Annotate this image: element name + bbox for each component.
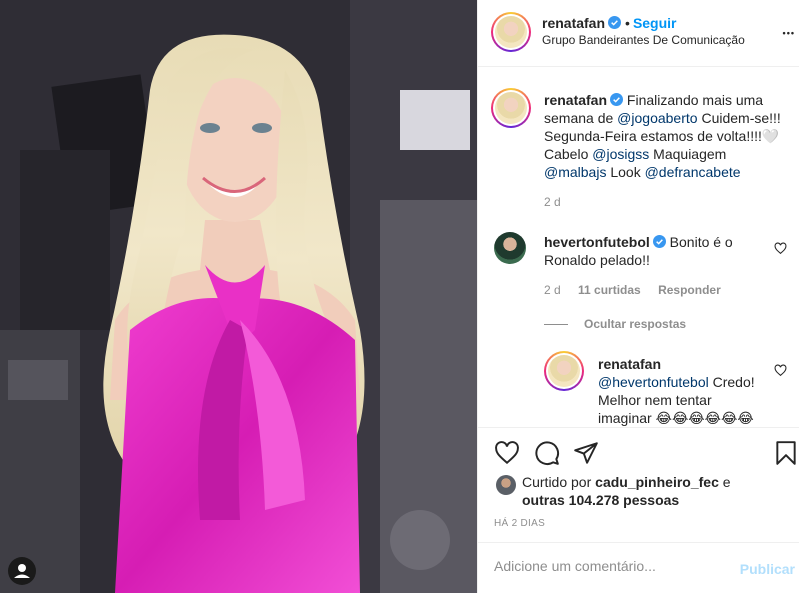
- reply-button[interactable]: Responder: [658, 283, 721, 297]
- reply: renatafan @hevertonfutebol Credo! Melhor…: [598, 355, 763, 427]
- photo-illustration: [0, 0, 477, 593]
- post-photo[interactable]: [0, 0, 477, 593]
- verified-badge-icon: [608, 16, 622, 29]
- author-avatar[interactable]: [491, 12, 531, 52]
- more-options-icon[interactable]: •••: [783, 28, 795, 38]
- follow-separator: •: [625, 15, 630, 31]
- thread-line: [544, 324, 568, 326]
- mention-link[interactable]: @defrancabete: [645, 164, 741, 180]
- user-tag-icon[interactable]: [8, 557, 36, 585]
- liker-avatar[interactable]: [496, 475, 516, 495]
- post-location[interactable]: Grupo Bandeirantes De Comunicação: [542, 33, 745, 47]
- comment-like-icon[interactable]: [774, 364, 787, 377]
- caption-author[interactable]: renatafan: [544, 92, 607, 108]
- post-header: renatafan • Seguir Grupo Bandeirantes De C…: [478, 0, 799, 67]
- liker-username[interactable]: cadu_pinheiro_fec: [595, 474, 719, 490]
- post-side-panel: renatafan • Seguir Grupo Bandeirantes De C…: [477, 0, 799, 593]
- heart-icon[interactable]: [494, 440, 520, 466]
- likes-summary: Curtido por cadu_pinheiro_fec e outras 1…: [522, 473, 792, 509]
- comment-icon[interactable]: [534, 440, 560, 466]
- bookmark-icon[interactable]: [773, 440, 799, 466]
- verified-badge-icon: [652, 235, 666, 248]
- reply-author[interactable]: renatafan: [598, 356, 661, 372]
- comment-like-icon[interactable]: [774, 242, 787, 255]
- caption: renatafan Finalizando mais uma semana de…: [544, 91, 784, 181]
- likes-prefix: Curtido por: [522, 474, 596, 490]
- mention-link[interactable]: @hevertonfutebol: [598, 374, 709, 390]
- post-date[interactable]: HÁ 2 DIAS: [494, 518, 545, 529]
- comment: hevertonfutebol Bonito é o Ronaldo pelad…: [544, 233, 764, 269]
- mention-link[interactable]: @jogoaberto: [617, 110, 697, 126]
- comments-section[interactable]: renatafan Finalizando mais uma semana de…: [478, 68, 799, 427]
- comment-meta: 2 d 11 curtidas Responder: [544, 283, 721, 297]
- share-icon[interactable]: [573, 440, 599, 466]
- caption-text: Look: [606, 164, 645, 180]
- reply-avatar[interactable]: [544, 351, 584, 391]
- mention-link[interactable]: @malbajs: [544, 164, 606, 180]
- verified-badge-icon: [610, 93, 624, 106]
- likes-middle: e: [718, 474, 731, 490]
- likes-others-button[interactable]: outras 104.278 pessoas: [522, 492, 679, 508]
- commenter-avatar[interactable]: [494, 232, 526, 264]
- comment-time[interactable]: 2 d: [544, 283, 561, 297]
- post-actions: Curtido por cadu_pinheiro_fec e outras 1…: [478, 427, 799, 542]
- hide-replies-label: Ocultar respostas: [584, 317, 687, 331]
- comment-likes[interactable]: 11 curtidas: [578, 283, 641, 297]
- comment-author[interactable]: hevertonfutebol: [544, 234, 650, 250]
- add-comment-bar: Publicar: [478, 542, 799, 593]
- publish-button[interactable]: Publicar: [740, 561, 795, 577]
- mention-link[interactable]: @josigss: [592, 146, 649, 162]
- comment-input[interactable]: [494, 558, 734, 574]
- hide-replies-toggle[interactable]: Ocultar respostas: [544, 317, 686, 331]
- author-username[interactable]: renatafan: [542, 15, 605, 31]
- caption-time[interactable]: 2 d: [544, 195, 561, 209]
- follow-button[interactable]: Seguir: [633, 15, 677, 31]
- caption-avatar[interactable]: [491, 88, 531, 128]
- caption-text: Maquiagem: [649, 146, 727, 162]
